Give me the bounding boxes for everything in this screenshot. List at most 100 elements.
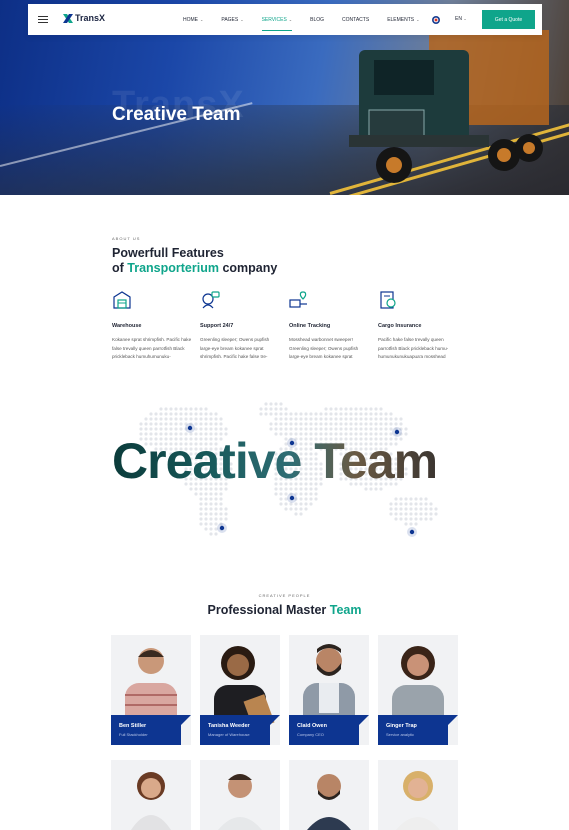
language-selector[interactable]: EN ⌄ (455, 16, 467, 22)
team-card[interactable] (111, 760, 191, 830)
map-dot (164, 427, 168, 431)
map-dot (209, 507, 213, 511)
map-dot (179, 412, 183, 416)
map-dot (209, 527, 213, 531)
map-dot (289, 422, 293, 426)
map-dot (319, 422, 323, 426)
support-icon (202, 291, 220, 309)
map-dot (394, 502, 398, 506)
map-dot (199, 417, 203, 421)
map-dot (154, 422, 158, 426)
map-dot (404, 497, 408, 501)
map-dot (284, 422, 288, 426)
feature-title: Warehouse (112, 323, 142, 329)
map-dot (169, 407, 173, 411)
map-dot (299, 512, 303, 516)
map-dot (354, 422, 358, 426)
nav-blog[interactable]: BLOG (310, 4, 324, 35)
map-dot (199, 507, 203, 511)
map-dot (379, 417, 383, 421)
map-dot (304, 507, 308, 511)
map-dot (324, 427, 328, 431)
map-dot (344, 422, 348, 426)
team-card[interactable]: Claid Owen Company CEO (289, 635, 369, 745)
map-dot (309, 497, 313, 501)
map-dot (214, 417, 218, 421)
map-dot (359, 427, 363, 431)
map-dot (299, 427, 303, 431)
map-dot (184, 412, 188, 416)
map-dot (369, 422, 373, 426)
team-card[interactable]: Tanisha Weeder Manager of Warehouse (200, 635, 280, 745)
map-dot (214, 502, 218, 506)
map-dot (329, 417, 333, 421)
map-dot (154, 427, 158, 431)
nav-services[interactable]: SERVICES ⌄ (261, 4, 293, 35)
map-dot (274, 492, 278, 496)
map-dot (374, 407, 378, 411)
chevron-down-icon: ⌄ (463, 16, 467, 21)
map-dot (294, 512, 298, 516)
map-dot (314, 492, 318, 496)
map-dot (299, 497, 303, 501)
map-dot (274, 422, 278, 426)
map-dot (289, 412, 293, 416)
map-dot (369, 412, 373, 416)
nav-elements[interactable]: ELEMENTS ⌄ (387, 4, 419, 35)
map-dot (364, 422, 368, 426)
map-dot (344, 427, 348, 431)
map-dot (269, 407, 273, 411)
map-dot (324, 417, 328, 421)
logo[interactable]: TransX (63, 13, 105, 23)
map-dot (164, 407, 168, 411)
member-name: Ben Stiller (119, 723, 147, 729)
map-dot (364, 427, 368, 431)
nav-home[interactable]: HOME ⌄ (183, 4, 203, 35)
map-dot (224, 517, 228, 521)
map-dot (199, 512, 203, 516)
map-dot (294, 507, 298, 511)
member-plate: Tanisha Weeder Manager of Warehouse (200, 715, 280, 745)
map-dot (384, 427, 388, 431)
map-dot (224, 512, 228, 516)
language-label: EN (455, 16, 462, 22)
team-card[interactable]: Ginger Trap Service analytic (378, 635, 458, 745)
nav-pages[interactable]: PAGES ⌄ (221, 4, 243, 35)
map-dot (339, 422, 343, 426)
map-dot (309, 412, 313, 416)
map-dot (409, 512, 413, 516)
map-dot (354, 412, 358, 416)
map-dot (284, 417, 288, 421)
map-dot (209, 532, 213, 536)
map-dot (259, 407, 263, 411)
map-dot (174, 427, 178, 431)
hamburger-menu-icon[interactable] (38, 16, 48, 23)
map-dot (314, 417, 318, 421)
map-dot (314, 497, 318, 501)
feature-desc: Greenling sleeper; Owens pupfish large-e… (200, 337, 270, 359)
map-dot (219, 512, 223, 516)
map-dot (279, 407, 283, 411)
big-title: Creative Team (112, 433, 438, 489)
team-card[interactable] (378, 760, 458, 830)
map-dot (419, 497, 423, 501)
team-card[interactable] (200, 760, 280, 830)
map-dot (164, 422, 168, 426)
map-dot (194, 412, 198, 416)
team-card[interactable]: Ben Stiller Full Stackholder (111, 635, 191, 745)
uk-flag-icon[interactable] (432, 16, 440, 24)
team-card[interactable] (289, 760, 369, 830)
map-dot (174, 412, 178, 416)
map-dot (284, 507, 288, 511)
site-header: TransX HOME ⌄ PAGES ⌄ SERVICES ⌄ BLOG CONTA… (28, 4, 542, 35)
map-dot (364, 407, 368, 411)
map-dot (349, 422, 353, 426)
nav-contacts[interactable]: CONTACTS (342, 4, 369, 35)
map-dot (269, 402, 273, 406)
map-dot (214, 517, 218, 521)
chevron-down-icon: ⌄ (288, 17, 293, 22)
map-dot (399, 417, 403, 421)
map-dot (424, 497, 428, 501)
map-dot (284, 492, 288, 496)
get-quote-button[interactable]: Get a Quote (482, 10, 535, 29)
